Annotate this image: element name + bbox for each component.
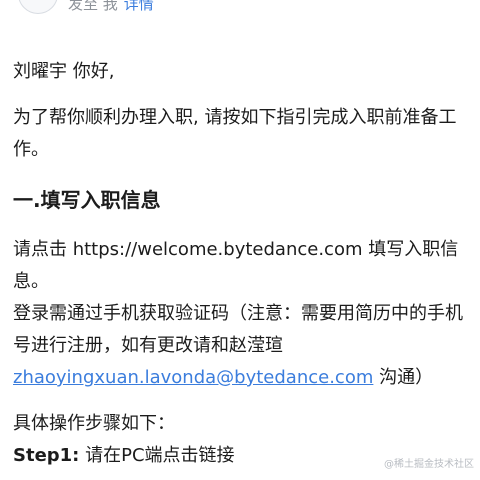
details-link[interactable]: 详情: [124, 0, 154, 13]
step-1-label: Step1:: [13, 445, 80, 466]
step-1-text: 请在PC端点击链接: [79, 445, 235, 466]
greeting: 刘曜宇 你好,: [13, 61, 115, 82]
email-header: 发至 我详情: [0, 0, 480, 24]
login-instruction: 登录需通过手机获取验证码（注意：需要用简历中的手机号进行注册，如有更改请和赵滢瑄…: [13, 298, 473, 394]
url-instruction: 请点击 https://welcome.bytedance.com 填写入职信息…: [13, 239, 459, 292]
sender-avatar[interactable]: [18, 0, 58, 14]
recipient-line: 发至 我详情: [68, 0, 154, 14]
watermark: @稀土掘金技术社区: [384, 459, 474, 470]
intro-paragraph: 为了帮你顺利办理入职, 请按如下指引完成入职前准备工作。: [13, 107, 457, 160]
login-text: 登录需通过手机获取验证码（注意：需要用简历中的手机号进行注册，如有更改请和赵滢瑄: [13, 303, 463, 356]
steps-intro: 具体操作步骤如下：: [13, 413, 175, 434]
recipient-text: 发至 我: [68, 0, 118, 13]
contact-email-link[interactable]: zhaoyingxuan.lavonda@bytedance.com: [13, 367, 373, 388]
section-title-fill-info: 一.填写入职信息: [13, 188, 161, 212]
contact-suffix: 沟通）: [373, 367, 434, 388]
email-body: 刘曜宇 你好, 为了帮你顺利办理入职, 请按如下指引完成入职前准备工作。 一.填…: [13, 56, 473, 472]
